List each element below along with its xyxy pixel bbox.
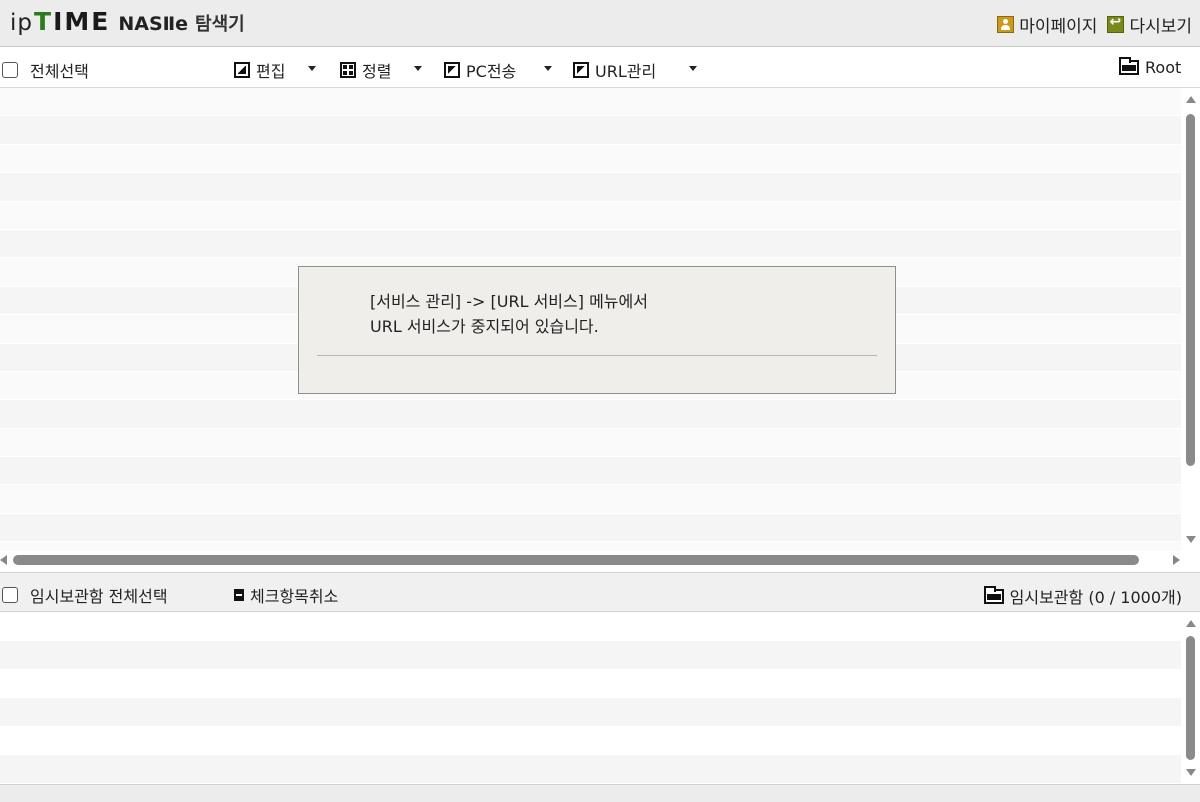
list-row <box>0 144 1181 174</box>
root-folder-button[interactable]: Root <box>1119 57 1182 77</box>
uncheck-icon <box>234 589 244 601</box>
edit-dropdown-caret-icon[interactable] <box>308 66 316 71</box>
temp-select-all-label: 임시보관함 전체선택 <box>30 587 168 606</box>
list-row <box>0 400 1181 429</box>
uncheck-label: 체크항목취소 <box>250 587 339 606</box>
temp-storage-count: 임시보관함 (0 / 1000개) <box>1009 588 1182 607</box>
horizontal-scroll-thumb[interactable] <box>13 555 1139 565</box>
temp-storage-list <box>0 612 1181 784</box>
dialog-message: [서비스 관리] -> [URL 서비스] 메뉴에서 URL 서비스가 중지되어… <box>370 289 648 339</box>
folder-icon <box>1119 57 1139 75</box>
temp-list-vertical-scrollbar[interactable] <box>1181 612 1200 784</box>
transfer-icon <box>444 62 460 78</box>
url-manage-button[interactable]: URL관리 <box>573 58 656 82</box>
sort-label: 정렬 <box>362 62 392 81</box>
logo-nas-text: NASⅡe <box>118 13 189 35</box>
scroll-up-arrow-icon[interactable] <box>1186 620 1196 627</box>
list-row <box>0 669 1181 698</box>
person-icon <box>997 16 1015 33</box>
sort-dropdown-caret-icon[interactable] <box>414 66 422 71</box>
temp-storage-button[interactable]: 임시보관함 (0 / 1000개) <box>983 584 1182 608</box>
dialog-divider <box>317 355 877 356</box>
scroll-right-arrow-icon[interactable] <box>1173 555 1180 565</box>
edit-button[interactable]: 편집 <box>234 58 285 82</box>
url-manage-dropdown-caret-icon[interactable] <box>689 66 697 71</box>
pc-transfer-button[interactable]: PC전송 <box>444 58 516 82</box>
scroll-up-arrow-icon[interactable] <box>1186 96 1196 103</box>
app-header: ip TIME NASⅡe 탐색기 마이페이지 다시보기 <box>0 0 1200 47</box>
refresh-icon <box>1107 14 1125 33</box>
refresh-link[interactable]: 다시보기 <box>1107 12 1192 37</box>
url-service-notice-dialog: [서비스 관리] -> [URL 서비스] 메뉴에서 URL 서비스가 중지되어… <box>298 266 896 394</box>
dialog-message-line1: [서비스 관리] -> [URL 서비스] 메뉴에서 <box>370 292 648 311</box>
list-row <box>0 201 1181 230</box>
temp-storage-toolbar: 임시보관함 전체선택 체크항목취소 임시보관함 (0 / 1000개) <box>0 572 1200 612</box>
checkbox-icon[interactable] <box>2 587 18 603</box>
root-label: Root <box>1145 58 1182 77</box>
url-icon <box>573 62 589 78</box>
temp-select-all-checkbox[interactable]: 임시보관함 전체선택 <box>2 583 168 607</box>
scroll-down-arrow-icon[interactable] <box>1186 769 1196 776</box>
scroll-thumb[interactable] <box>1186 114 1195 466</box>
select-all-checkbox[interactable]: 전체선택 <box>2 58 89 82</box>
logo-ip-text: ip <box>10 10 33 36</box>
mypage-link[interactable]: 마이페이지 <box>997 12 1097 37</box>
list-row <box>0 697 1181 726</box>
url-manage-label: URL관리 <box>595 62 657 81</box>
sort-icon <box>340 62 356 78</box>
scroll-down-arrow-icon[interactable] <box>1186 536 1196 543</box>
list-row <box>0 229 1181 259</box>
pc-transfer-label: PC전송 <box>466 62 517 81</box>
iptime-logo: ip TIME NASⅡe 탐색기 <box>10 7 245 37</box>
list-row <box>0 513 1181 543</box>
mypage-label: 마이페이지 <box>1019 17 1098 37</box>
list-row <box>0 640 1181 669</box>
logo-time-text: TIME <box>34 7 111 36</box>
scroll-left-arrow-icon[interactable] <box>0 555 7 565</box>
checkbox-icon[interactable] <box>2 62 18 78</box>
list-row <box>0 116 1181 145</box>
file-toolbar: 전체선택 편집 정렬 PC전송 URL관리 Root <box>0 48 1200 88</box>
header-links: 마이페이지 다시보기 <box>997 12 1192 37</box>
edit-icon <box>234 62 250 78</box>
scroll-thumb[interactable] <box>1186 636 1195 760</box>
list-row <box>0 726 1181 755</box>
list-row <box>0 542 1181 551</box>
uncheck-items-button[interactable]: 체크항목취소 <box>234 583 338 607</box>
list-row <box>0 754 1181 783</box>
logo-explorer-text: 탐색기 <box>195 14 245 35</box>
list-row <box>0 485 1181 514</box>
sort-button[interactable]: 정렬 <box>340 58 391 82</box>
refresh-label: 다시보기 <box>1129 17 1192 37</box>
list-row <box>0 173 1181 202</box>
select-all-label: 전체선택 <box>30 62 89 81</box>
edit-label: 편집 <box>256 62 286 81</box>
pc-transfer-dropdown-caret-icon[interactable] <box>544 66 552 71</box>
list-row <box>0 88 1181 117</box>
list-row <box>0 428 1181 458</box>
folder-icon <box>983 585 1004 604</box>
dialog-message-line2: URL 서비스가 중지되어 있습니다. <box>370 317 599 336</box>
file-list-vertical-scrollbar[interactable] <box>1181 88 1200 551</box>
file-list-horizontal-scrollbar[interactable] <box>0 551 1200 570</box>
list-row <box>0 457 1181 486</box>
list-row <box>0 612 1181 641</box>
bottom-strip <box>0 784 1200 802</box>
